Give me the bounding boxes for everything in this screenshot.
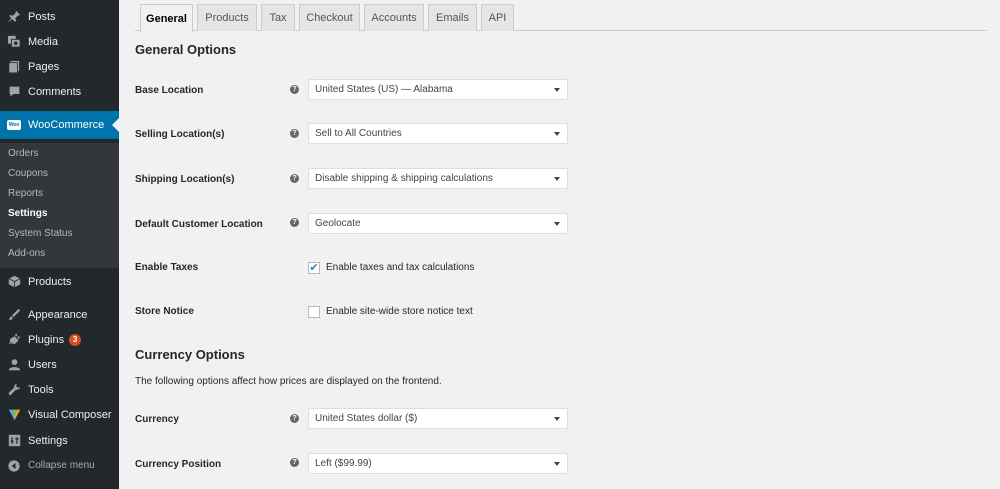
woocommerce-submenu: Orders Coupons Reports Settings System S… bbox=[0, 143, 119, 268]
dropdown-caret-icon bbox=[554, 88, 560, 92]
select-value: Sell to All Countries bbox=[315, 128, 402, 139]
menu-item-posts[interactable]: Posts bbox=[0, 4, 119, 29]
menu-item-settings[interactable]: Settings bbox=[0, 428, 119, 453]
menu-label: Media bbox=[28, 35, 58, 48]
shipping-locations-select[interactable]: Disable shipping & shipping calculations bbox=[308, 168, 568, 189]
menu-item-users[interactable]: Users bbox=[0, 352, 119, 377]
dropdown-caret-icon bbox=[554, 462, 560, 466]
selling-locations-select[interactable]: Sell to All Countries bbox=[308, 123, 568, 144]
selling-locations-label: Selling Location(s) bbox=[135, 129, 225, 140]
currency-options-description: The following options affect how prices … bbox=[135, 376, 442, 387]
default-customer-location-select[interactable]: Geolocate bbox=[308, 213, 568, 234]
submenu-item-reports[interactable]: Reports bbox=[8, 188, 43, 199]
active-menu-arrow bbox=[112, 118, 119, 132]
menu-label: Tools bbox=[28, 383, 54, 396]
menu-item-pages[interactable]: Pages bbox=[0, 54, 119, 79]
enable-taxes-label: Enable Taxes bbox=[135, 262, 199, 273]
submenu-item-system-status[interactable]: System Status bbox=[8, 228, 72, 239]
menu-label: Visual Composer bbox=[28, 408, 112, 421]
select-value: Geolocate bbox=[315, 218, 361, 229]
enable-taxes-checkbox-label[interactable]: Enable taxes and tax calculations bbox=[326, 262, 474, 273]
currency-label: Currency bbox=[135, 414, 179, 425]
menu-label: WooCommerce bbox=[28, 119, 105, 131]
enable-taxes-checkbox[interactable]: ✔ bbox=[308, 262, 320, 274]
select-value: United States dollar ($) bbox=[315, 413, 418, 424]
users-icon bbox=[6, 357, 22, 373]
collapse-menu-button[interactable]: Collapse menu bbox=[0, 453, 119, 478]
tab-api[interactable]: API bbox=[481, 4, 514, 31]
dropdown-caret-icon bbox=[554, 177, 560, 181]
store-notice-checkbox[interactable] bbox=[308, 306, 320, 318]
tab-emails[interactable]: Emails bbox=[428, 4, 477, 31]
menu-label: Users bbox=[28, 358, 57, 371]
menu-label: Posts bbox=[28, 10, 56, 23]
admin-sidebar: Posts Media Pages Comments Woo WooCommer… bbox=[0, 0, 119, 489]
submenu-item-orders[interactable]: Orders bbox=[8, 148, 39, 159]
dropdown-caret-icon bbox=[554, 132, 560, 136]
default-customer-location-label: Default Customer Location bbox=[135, 219, 263, 230]
menu-item-media[interactable]: Media bbox=[0, 29, 119, 54]
tab-general[interactable]: General bbox=[140, 4, 193, 32]
woocommerce-icon: Woo bbox=[6, 117, 22, 133]
store-notice-checkbox-label[interactable]: Enable site-wide store notice text bbox=[326, 306, 473, 317]
submenu-item-coupons[interactable]: Coupons bbox=[8, 168, 48, 179]
plugins-icon bbox=[6, 332, 22, 348]
submenu-item-settings[interactable]: Settings bbox=[8, 208, 47, 219]
menu-item-appearance[interactable]: Appearance bbox=[0, 302, 119, 327]
help-icon[interactable]: ? bbox=[290, 85, 299, 94]
tools-icon bbox=[6, 382, 22, 398]
update-count-badge: 3 bbox=[69, 333, 82, 346]
menu-item-tools[interactable]: Tools bbox=[0, 377, 119, 402]
pages-icon bbox=[6, 59, 22, 75]
menu-label: Products bbox=[28, 275, 72, 288]
currency-options-heading: Currency Options bbox=[135, 347, 245, 362]
pushpin-icon bbox=[6, 9, 22, 25]
store-notice-label: Store Notice bbox=[135, 306, 194, 317]
collapse-menu-label: Collapse menu bbox=[28, 460, 95, 471]
menu-label: Appearance bbox=[28, 308, 88, 321]
dropdown-caret-icon bbox=[554, 417, 560, 421]
visual-composer-icon bbox=[6, 407, 22, 423]
menu-item-visual-composer[interactable]: Visual Composer bbox=[0, 402, 119, 427]
dropdown-caret-icon bbox=[554, 222, 560, 226]
menu-item-products[interactable]: Products bbox=[0, 269, 119, 294]
media-icon bbox=[6, 34, 22, 50]
menu-label: Comments bbox=[28, 85, 82, 98]
currency-select[interactable]: United States dollar ($) bbox=[308, 408, 568, 429]
help-icon[interactable]: ? bbox=[290, 129, 299, 138]
general-options-heading: General Options bbox=[135, 42, 237, 57]
appearance-icon bbox=[6, 307, 22, 323]
select-value: United States (US) — Alabama bbox=[315, 84, 453, 95]
tab-checkout[interactable]: Checkout bbox=[299, 4, 360, 31]
select-value: Disable shipping & shipping calculations bbox=[315, 173, 493, 184]
currency-position-label: Currency Position bbox=[135, 459, 222, 470]
menu-item-woocommerce[interactable]: Woo WooCommerce bbox=[0, 111, 119, 139]
tab-products[interactable]: Products bbox=[197, 4, 257, 31]
shipping-locations-label: Shipping Location(s) bbox=[135, 174, 235, 185]
help-icon[interactable]: ? bbox=[290, 174, 299, 183]
tab-accounts[interactable]: Accounts bbox=[364, 4, 424, 31]
tab-tax[interactable]: Tax bbox=[261, 4, 295, 31]
menu-label: Settings bbox=[28, 434, 68, 447]
menu-label: Pages bbox=[28, 60, 60, 73]
base-location-select[interactable]: United States (US) — Alabama bbox=[308, 79, 568, 100]
currency-position-select[interactable]: Left ($99.99) bbox=[308, 453, 568, 474]
help-icon[interactable]: ? bbox=[290, 218, 299, 227]
comments-icon bbox=[6, 84, 22, 100]
select-value: Left ($99.99) bbox=[315, 458, 372, 469]
submenu-item-add-ons[interactable]: Add-ons bbox=[8, 248, 45, 259]
settings-icon bbox=[6, 433, 22, 449]
products-icon bbox=[6, 274, 22, 290]
base-location-label: Base Location bbox=[135, 85, 204, 96]
menu-item-comments[interactable]: Comments bbox=[0, 79, 119, 104]
woocommerce-logo: Woo bbox=[7, 120, 21, 130]
collapse-arrow-icon bbox=[6, 458, 22, 474]
help-icon[interactable]: ? bbox=[290, 414, 299, 423]
help-icon[interactable]: ? bbox=[290, 458, 299, 467]
menu-item-plugins[interactable]: Plugins 3 bbox=[0, 327, 119, 352]
menu-label: Plugins bbox=[28, 333, 65, 346]
